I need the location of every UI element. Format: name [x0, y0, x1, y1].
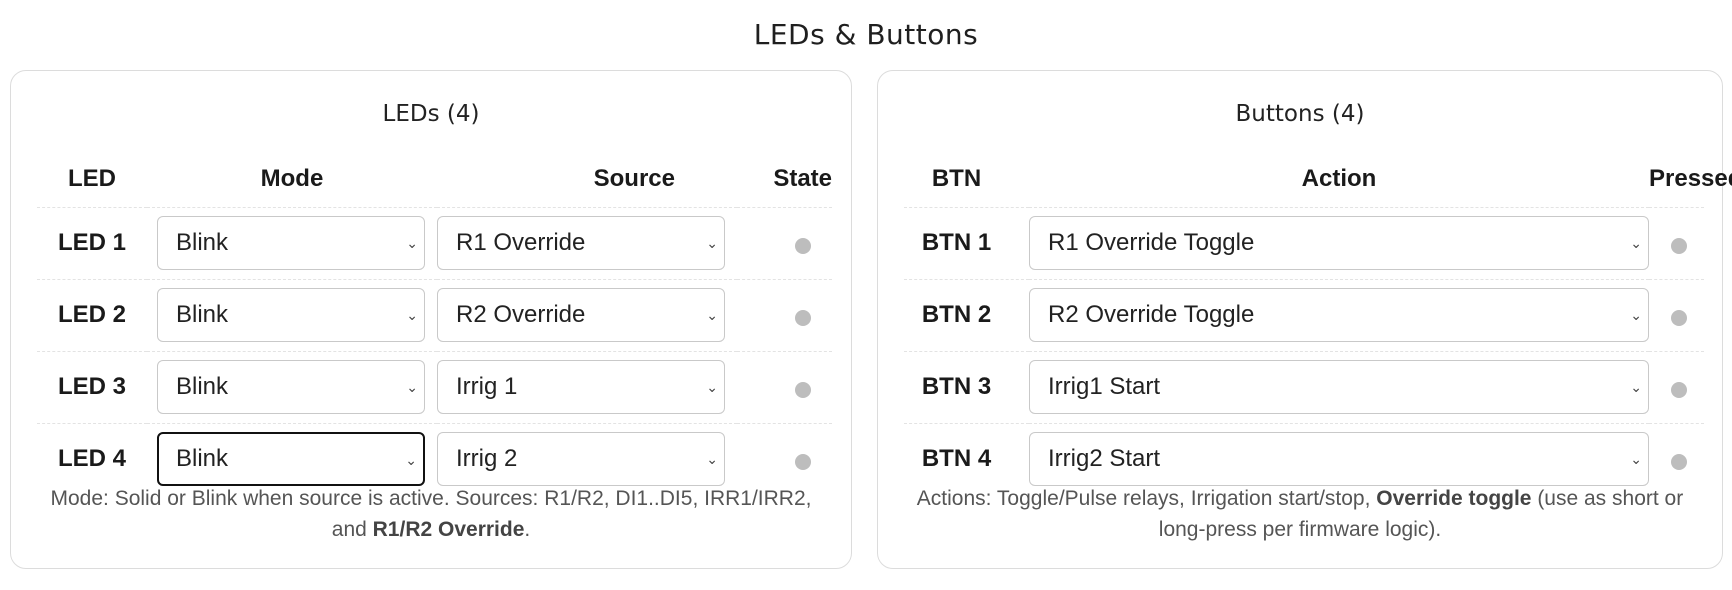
table-row: BTN 3 Irrig1 Start ⌄ [904, 350, 1704, 423]
source-value: R1 Override [456, 229, 586, 256]
chevron-down-icon: ⌄ [406, 235, 418, 251]
table-row: BTN 2 R2 Override Toggle ⌄ [904, 278, 1704, 351]
action-select-btn-4[interactable]: Irrig2 Start ⌄ [1029, 432, 1649, 487]
buttons-card-title: Buttons (4) [1235, 101, 1365, 127]
action-select-btn-2[interactable]: R2 Override Toggle ⌄ [1029, 288, 1649, 342]
mode-value: Blink [176, 373, 229, 400]
chevron-down-icon: ⌄ [706, 379, 718, 395]
led-label: LED 3 [37, 350, 147, 423]
pressed-indicator-dot-icon [1671, 382, 1687, 398]
header-action: Action [1301, 164, 1377, 192]
state-indicator-dot-icon [795, 454, 811, 471]
chevron-down-icon: ⌄ [1630, 379, 1642, 395]
btn-label: BTN 3 [904, 350, 1029, 423]
source-select-led-3[interactable]: Irrig 1 ⌄ [437, 360, 725, 414]
table-row: LED 3 Blink ⌄ Irrig 1 ⌄ [37, 350, 832, 423]
leds-card-title: LEDs (4) [382, 101, 480, 127]
pressed-indicator-dot-icon [1671, 310, 1687, 326]
buttons-table: BTN Action Pressed BTN 1 R1 Override Tog… [904, 151, 1732, 495]
mode-select-led-3[interactable]: Blink ⌄ [157, 360, 425, 414]
chevron-down-icon: ⌄ [406, 379, 418, 395]
led-label: LED 2 [37, 278, 147, 351]
action-value: Irrig2 Start [1048, 445, 1161, 473]
chevron-down-icon: ⌄ [706, 307, 718, 323]
mode-value: Blink [176, 445, 229, 473]
table-row: BTN 1 R1 Override Toggle ⌄ [904, 206, 1704, 279]
state-indicator-dot-icon [795, 238, 811, 254]
header-pressed: Pressed [1649, 164, 1732, 192]
pressed-indicator-dot-icon [1671, 238, 1687, 254]
source-value: R2 Override [456, 301, 586, 328]
source-select-led-2[interactable]: R2 Override ⌄ [437, 288, 725, 342]
btn-label: BTN 1 [904, 206, 1029, 279]
chevron-down-icon: ⌄ [706, 451, 718, 468]
pressed-indicator-dot-icon [1671, 454, 1687, 471]
leds-table: LED Mode Source State LED 1 Blink ⌄ R1 Ov… [37, 151, 832, 495]
chevron-down-icon: ⌄ [405, 452, 417, 469]
led-label: LED 1 [37, 206, 147, 279]
action-value: R1 Override Toggle [1048, 229, 1255, 256]
header-btn: BTN [931, 164, 982, 192]
chevron-down-icon: ⌄ [1630, 451, 1642, 468]
page-title: LEDs & Buttons [753, 18, 979, 51]
source-value: Irrig 2 [456, 445, 518, 473]
header-state: State [773, 164, 832, 192]
source-select-led-4[interactable]: Irrig 2 ⌄ [437, 432, 725, 487]
note-emphasis: R1/R2 Override [372, 518, 525, 541]
leds-help-note: Mode: Solid or Blink when source is acti… [50, 487, 812, 541]
state-indicator-dot-icon [795, 382, 811, 398]
header-led: LED [68, 164, 116, 192]
btn-label: BTN 2 [904, 278, 1029, 351]
action-select-btn-1[interactable]: R1 Override Toggle ⌄ [1029, 216, 1649, 270]
mode-select-led-1[interactable]: Blink ⌄ [157, 216, 425, 270]
buttons-help-note: Actions: Toggle/Pulse relays, Irrigation… [916, 487, 1684, 541]
leds-card: LEDs (4) LED Mode Source State LED 1 Bli… [10, 70, 852, 569]
chevron-down-icon: ⌄ [406, 307, 418, 323]
source-select-led-1[interactable]: R1 Override ⌄ [437, 216, 725, 270]
action-value: R2 Override Toggle [1048, 301, 1255, 328]
state-indicator-dot-icon [795, 310, 811, 326]
note-emphasis: Override toggle [1376, 487, 1532, 510]
buttons-card: Buttons (4) BTN Action Pressed BTN 1 R1 … [877, 70, 1732, 569]
header-source: Source [593, 164, 675, 192]
header-mode: Mode [260, 164, 324, 192]
mode-select-led-2[interactable]: Blink ⌄ [157, 288, 425, 342]
mode-select-led-4[interactable]: Blink ⌄ [157, 432, 425, 487]
action-value: Irrig1 Start [1048, 373, 1161, 400]
mode-value: Blink [176, 229, 229, 256]
chevron-down-icon: ⌄ [706, 235, 718, 251]
chevron-down-icon: ⌄ [1630, 307, 1642, 323]
mode-value: Blink [176, 301, 229, 328]
table-row: LED 2 Blink ⌄ R2 Override ⌄ [37, 278, 832, 351]
source-value: Irrig 1 [456, 373, 518, 400]
table-row: LED 1 Blink ⌄ R1 Override ⌄ [37, 206, 832, 279]
action-select-btn-3[interactable]: Irrig1 Start ⌄ [1029, 360, 1649, 414]
chevron-down-icon: ⌄ [1630, 235, 1642, 251]
